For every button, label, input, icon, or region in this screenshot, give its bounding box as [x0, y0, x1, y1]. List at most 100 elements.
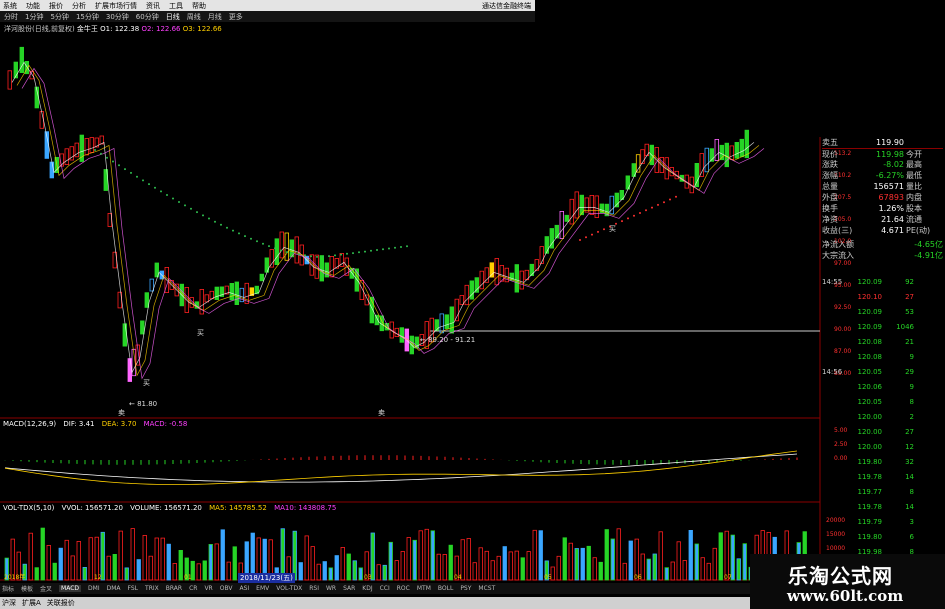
indicator-tab[interactable]: ASI [239, 585, 249, 592]
volume-bar [160, 537, 165, 581]
indicator-tab[interactable]: 模板 [21, 584, 33, 593]
indicator-tab[interactable]: MACD [59, 585, 82, 592]
flow-row: 净流入额 -4.65亿 [822, 239, 943, 249]
period-tab-active[interactable]: 日线 [166, 12, 180, 22]
volume-bar [388, 541, 393, 581]
period-tab[interactable]: 周线 [187, 12, 201, 22]
volume-bar [166, 543, 171, 581]
indicator-tab[interactable]: MCST [478, 585, 495, 592]
period-tab[interactable]: 1分钟 [25, 12, 43, 22]
volume-bar [334, 555, 339, 581]
indicator-tab[interactable]: DMA [107, 585, 121, 592]
menu-item-system[interactable]: 系统 [3, 1, 17, 11]
indicator-tab[interactable]: WR [326, 585, 336, 592]
candlestick [89, 137, 94, 153]
tick-volume: 29 [905, 368, 914, 376]
indicator-tab[interactable]: 金叉 [40, 584, 52, 593]
candlestick [204, 294, 209, 303]
tick-volume: 53 [905, 308, 914, 316]
volume-bar [742, 543, 747, 581]
candlestick [569, 198, 574, 225]
quote-label: 涨跌 [822, 160, 838, 169]
candlestick [544, 236, 549, 254]
support-dot [112, 160, 114, 163]
menu-item-function[interactable]: 功能 [26, 1, 40, 11]
candlestick [259, 273, 264, 282]
tick-time: 14:56 [822, 368, 843, 376]
candlestick [329, 255, 334, 278]
tick-price: 119.78 [857, 473, 883, 481]
tick-row: 14:56 120.05 29 [822, 368, 943, 378]
menu-item-ext-market[interactable]: 扩展市场行情 [95, 1, 137, 11]
indicator-tab[interactable]: BOLL [438, 585, 453, 592]
indicator-tab[interactable]: FSL [128, 585, 139, 592]
support-dot [136, 175, 138, 178]
indicator-tab[interactable]: CCI [380, 585, 390, 592]
period-tab[interactable]: 60分钟 [136, 12, 159, 22]
menu-item-analysis[interactable]: 分析 [72, 1, 86, 11]
indicator-tab[interactable]: OBV [220, 585, 233, 592]
menu-item-help[interactable]: 帮助 [192, 1, 206, 11]
tick-time [822, 443, 850, 453]
quote-row: 外盘 67893 内盘 [822, 192, 943, 203]
tick-price: 119.79 [857, 518, 883, 526]
watermark-title: 乐淘公式网 [788, 564, 893, 588]
bottom-tab[interactable]: 扩展A [22, 598, 41, 608]
support-dot [358, 251, 360, 254]
indicator-tab[interactable]: SAR [343, 585, 355, 592]
macd-label: MACD(12,26,9) [3, 420, 57, 428]
period-tab[interactable]: 分时 [4, 12, 18, 22]
tick-row: 120.00 2 [822, 413, 943, 423]
indicator-tab[interactable]: RSI [309, 585, 319, 592]
indicator-tab[interactable]: VR [204, 585, 212, 592]
volume-bar [598, 561, 603, 581]
tick-time [822, 383, 850, 393]
support-dot [286, 251, 288, 254]
quote-row: 总量 156571 量比 [822, 181, 943, 192]
indicator-tab[interactable]: BRAR [166, 585, 182, 592]
menu-item-tools[interactable]: 工具 [169, 1, 183, 11]
indicator-tab[interactable]: KDJ [362, 585, 372, 592]
kline-chart-canvas[interactable]: 113.2110.2107.5105.0102.097.0095.0092.50… [0, 0, 945, 609]
tick-time [822, 458, 850, 468]
tick-volume: 8 [909, 398, 914, 406]
indicator-tab[interactable]: CR [189, 585, 197, 592]
indicator-tab[interactable]: TRIX [145, 585, 159, 592]
o3-value: O3: 122.66 [182, 25, 222, 33]
low-price-label: ← 81.80 [129, 400, 158, 408]
bottom-tab[interactable]: 沪深 [2, 598, 16, 608]
tick-volume: 27 [905, 293, 914, 301]
quote-panel: 卖五 119.90 现价 119.98 今开 涨跌 -8.02 最高 涨幅 -6.2… [820, 137, 945, 609]
support-dot [124, 168, 126, 171]
period-tab[interactable]: 5分钟 [50, 12, 68, 22]
tick-volume: 3 [909, 518, 914, 526]
candlestick [699, 153, 704, 177]
indicator-tab[interactable]: MTM [417, 585, 431, 592]
support-dot [639, 212, 641, 214]
period-tab[interactable]: 月线 [208, 12, 222, 22]
indicator-tab[interactable]: ROC [397, 585, 410, 592]
quote-value: -6.27% [875, 171, 904, 180]
quote-value: 1.26% [878, 204, 904, 213]
support-dot [591, 233, 593, 236]
indicator-tab[interactable]: PSY [460, 585, 471, 592]
volume-bar [514, 550, 519, 581]
indicator-tab[interactable]: DMI [88, 585, 100, 592]
candlestick [234, 281, 239, 306]
bottom-tab[interactable]: 关联报价 [47, 598, 75, 608]
tick-time [822, 413, 850, 423]
period-tab[interactable]: 15分钟 [76, 12, 99, 22]
support-dot [346, 252, 348, 255]
support-dot [268, 245, 270, 248]
support-dot [304, 254, 306, 257]
menu-item-quote[interactable]: 报价 [49, 1, 63, 11]
candlestick [279, 231, 284, 259]
period-tab[interactable]: 30分钟 [106, 12, 129, 22]
volume-bar [316, 563, 321, 581]
indicator-tab[interactable]: EMV [256, 585, 269, 592]
macd-dif: DIF: 3.41 [63, 420, 95, 428]
period-more[interactable]: 更多 [229, 12, 243, 22]
menu-item-news[interactable]: 资讯 [146, 1, 160, 11]
indicator-tab[interactable]: 指标 [2, 584, 14, 593]
indicator-tab[interactable]: VOL-TDX [276, 585, 302, 592]
